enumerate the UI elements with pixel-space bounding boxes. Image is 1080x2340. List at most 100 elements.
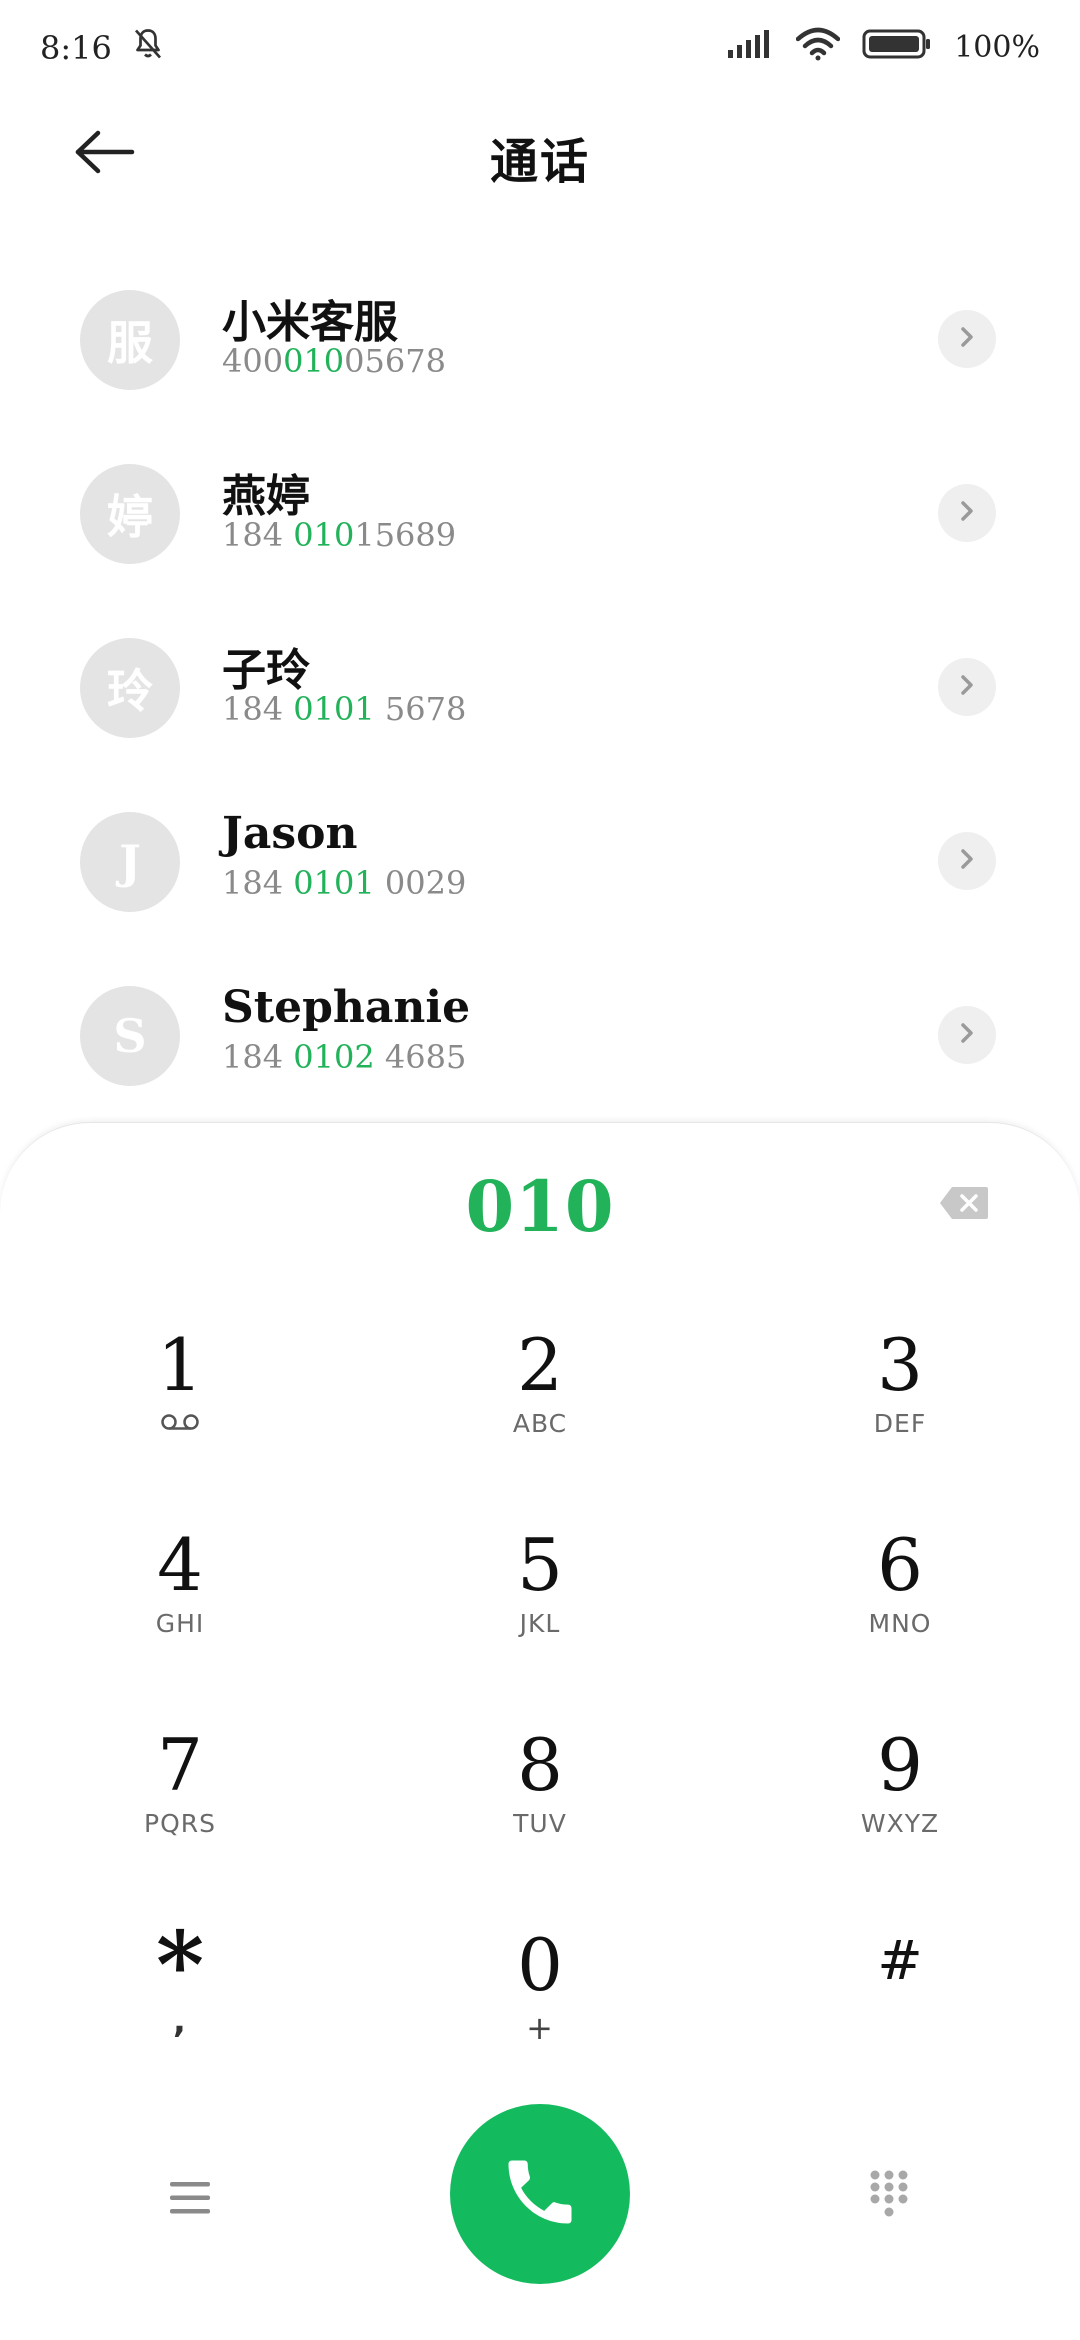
key-letters: + — [526, 2009, 554, 2047]
number-prefix: 184 — [222, 690, 294, 728]
contact-row[interactable]: 玲 子玲 184 0101 5678 — [0, 628, 1080, 802]
key-letters: TUV — [513, 1809, 567, 1838]
key-digit: 9 — [877, 1723, 923, 1807]
contact-number: 40001005678 — [222, 342, 446, 380]
number-match: 010 — [283, 342, 345, 380]
key-digit: # — [877, 1929, 923, 1992]
key-digit: 7 — [157, 1723, 203, 1807]
number-prefix: 184 — [222, 1038, 294, 1076]
bell-off-icon — [130, 26, 166, 70]
key-5[interactable]: 5 JKL — [440, 1523, 640, 1683]
key-digit: 6 — [877, 1523, 923, 1607]
call-button[interactable] — [450, 2104, 630, 2284]
chevron-right-icon — [957, 673, 977, 701]
contact-row[interactable]: J Jason 184 0101 0029 — [0, 802, 1080, 976]
key-4[interactable]: 4 GHI — [80, 1523, 280, 1683]
voicemail-icon — [80, 1409, 280, 1438]
status-right: 100% — [726, 27, 1040, 69]
chevron-right-icon — [957, 847, 977, 875]
number-match: 010 — [293, 516, 355, 554]
contact-avatar: S — [80, 986, 180, 1086]
key-letters: MNO — [868, 1609, 932, 1638]
contact-detail-button[interactable] — [938, 484, 996, 542]
battery-icon — [862, 28, 932, 68]
key-digit: 4 — [157, 1523, 203, 1607]
key-digit: 0 — [517, 1923, 563, 2007]
number-match: 0102 — [293, 1038, 375, 1076]
contact-detail-button[interactable] — [938, 832, 996, 890]
contact-avatar: 玲 — [80, 638, 180, 738]
contact-name: Jason — [222, 808, 358, 859]
contact-number: 184 0102 4685 — [222, 1038, 466, 1076]
key-letters: DEF — [873, 1409, 927, 1438]
key-2[interactable]: 2 ABC — [440, 1323, 640, 1483]
contact-avatar: 婷 — [80, 464, 180, 564]
signal-icon — [726, 28, 774, 68]
key-0[interactable]: 0 + — [440, 1923, 640, 2083]
battery-percent: 100% — [954, 30, 1040, 65]
number-prefix: 184 — [222, 864, 294, 902]
number-prefix: 400 — [222, 342, 284, 380]
key-letters: PQRS — [144, 1809, 216, 1838]
number-suffix: 15689 — [354, 516, 457, 554]
wifi-icon — [795, 27, 841, 69]
bottom-bar — [0, 2100, 1080, 2300]
number-suffix: 5678 — [374, 690, 467, 728]
dialed-number: 010 — [465, 1165, 615, 1248]
key-letters: JKL — [519, 1609, 561, 1638]
backspace-button[interactable] — [938, 1185, 990, 1221]
chevron-right-icon — [957, 499, 977, 527]
number-suffix: 0029 — [374, 864, 467, 902]
page-title: 通话 — [489, 134, 590, 190]
key-letters: GHI — [155, 1609, 205, 1638]
key-3[interactable]: 3 DEF — [800, 1323, 1000, 1483]
key-digit: 3 — [877, 1323, 923, 1407]
key-1[interactable]: 1 — [80, 1323, 280, 1483]
contact-row[interactable]: 服 小米客服 40001005678 — [0, 280, 1080, 454]
contact-avatar: 服 — [80, 290, 180, 390]
contact-detail-button[interactable] — [938, 310, 996, 368]
contact-detail-button[interactable] — [938, 1006, 996, 1064]
contact-list: 服 小米客服 40001005678 婷 燕婷 184 01015689 玲 子… — [0, 280, 1080, 1150]
number-suffix: 4685 — [374, 1038, 467, 1076]
key-9[interactable]: 9 WXYZ — [800, 1723, 1000, 1883]
contact-avatar: J — [80, 812, 180, 912]
number-suffix: 05678 — [344, 342, 446, 380]
phone-screen: 8:16 100% 通话 服 小米客服 40001005678 婷 燕婷 184… — [0, 0, 1080, 2340]
key-digit: 2 — [517, 1323, 563, 1407]
key-letters: , — [173, 2001, 187, 2041]
key-letters: ABC — [512, 1409, 568, 1438]
number-match: 0101 — [293, 864, 375, 902]
dialpad-icon — [867, 2168, 911, 2224]
key-8[interactable]: 8 TUV — [440, 1723, 640, 1883]
key-hash[interactable]: # — [800, 1923, 1000, 2083]
chevron-right-icon — [957, 1021, 977, 1049]
header: 通话 — [0, 110, 1080, 200]
chevron-right-icon — [957, 325, 977, 353]
key-digit: 1 — [157, 1323, 203, 1407]
key-digit: * — [155, 1911, 205, 2019]
key-digit: 5 — [517, 1523, 563, 1607]
key-digit: 8 — [517, 1723, 563, 1807]
contact-name: 燕婷 — [222, 471, 310, 522]
status-time: 8:16 — [40, 28, 112, 67]
contact-name: Stephanie — [222, 982, 471, 1033]
key-6[interactable]: 6 MNO — [800, 1523, 1000, 1683]
menu-icon — [168, 2178, 212, 2222]
menu-button[interactable] — [160, 2170, 220, 2230]
dialpad-toggle-button[interactable] — [862, 2166, 916, 2226]
backspace-icon — [938, 1187, 990, 1225]
contact-detail-button[interactable] — [938, 658, 996, 716]
contact-name: 子玲 — [222, 645, 310, 696]
contact-row[interactable]: 婷 燕婷 184 01015689 — [0, 454, 1080, 628]
status-left: 8:16 — [40, 26, 166, 70]
key-7[interactable]: 7 PQRS — [80, 1723, 280, 1883]
contact-number: 184 0101 0029 — [222, 864, 466, 902]
status-bar: 8:16 100% — [0, 0, 1080, 95]
contact-number: 184 01015689 — [222, 516, 456, 554]
number-match: 0101 — [293, 690, 375, 728]
key-star[interactable]: * , — [80, 1911, 280, 2083]
phone-icon — [498, 2150, 582, 2238]
key-letters: WXYZ — [860, 1809, 940, 1838]
number-prefix: 184 — [222, 516, 294, 554]
